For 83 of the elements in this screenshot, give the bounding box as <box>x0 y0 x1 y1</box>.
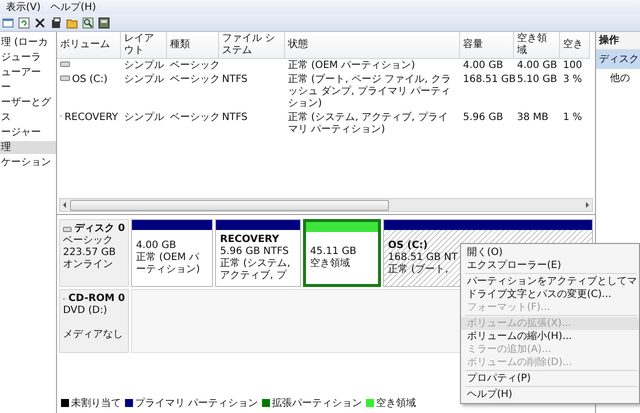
column-header[interactable]: 空き <box>560 32 590 59</box>
refresh-icon[interactable] <box>18 16 30 28</box>
tree-item[interactable]: ー <box>0 81 56 94</box>
legend-label: プライマリ パーティション <box>135 396 258 410</box>
menu-item[interactable]: ドライブ文字とパスの変更(C)... <box>461 288 639 301</box>
window-icon[interactable] <box>2 16 14 28</box>
column-header[interactable]: 状態 <box>285 32 460 59</box>
table-cell-text: NTFS <box>221 111 249 125</box>
table-cell-text: ベーシック <box>169 73 219 87</box>
disk-type: ベーシック <box>63 235 114 247</box>
partition-name: RECOVERY <box>220 234 280 246</box>
disk-panel[interactable]: CD-ROM 0 DVD (D:) メディアなし <box>59 289 129 353</box>
tree-item[interactable]: ージャー <box>0 126 56 139</box>
disk-status: オンライン <box>63 259 114 271</box>
delete-icon[interactable] <box>34 16 46 28</box>
tree-item[interactable]: ジューラ <box>0 51 56 64</box>
tree-item[interactable]: ューアー <box>0 66 56 79</box>
folder-icon[interactable] <box>66 16 78 28</box>
tree-item[interactable]: ーザーとグ <box>0 96 56 109</box>
table-cell-text: 正常 (システム, アクティブ, プライマリ パーティション) <box>287 111 449 137</box>
partition-size: 45.11 GB <box>310 246 356 258</box>
partition-status: 空き領域 <box>310 258 350 270</box>
disk-panel[interactable]: ディスク 0 ベーシック 223.57 GB オンライン <box>59 219 129 287</box>
tree-item[interactable]: 理 (ローカ <box>0 36 56 49</box>
menu-item[interactable]: ヘルプ(H) <box>50 0 96 14</box>
legend-label: 空き領域 <box>376 396 416 410</box>
menu-item[interactable]: プロパティ(P) <box>461 372 639 385</box>
legend-label: 未割り当て <box>71 396 121 410</box>
legend-label: 拡張パーティション <box>272 396 362 410</box>
scrollbar-thumb[interactable] <box>70 200 390 210</box>
action-item[interactable]: 他の <box>596 69 640 88</box>
partition-name: OS (C:) <box>388 240 428 252</box>
disk-size: 223.57 GB <box>63 247 117 259</box>
menu-item[interactable]: ボリュームの縮小(H)... <box>461 330 639 343</box>
tree-item[interactable]: ス <box>0 111 56 124</box>
table-cell-text: 4.00 GB <box>462 59 504 73</box>
table-cell-text: シンプル <box>123 111 165 125</box>
column-header[interactable]: 空き領域 <box>514 32 560 59</box>
properties-icon[interactable] <box>50 16 62 28</box>
column-header[interactable]: レイアウト <box>121 32 167 59</box>
table-cell-text: 1 % <box>562 111 584 125</box>
table-cell-text: シンプル <box>123 73 165 87</box>
disk-status: メディアなし <box>63 329 124 341</box>
partition-status: 正常 (ブート, <box>388 264 448 276</box>
partition-size: 5.96 GB NTFS <box>220 246 289 258</box>
menu-item[interactable]: 表示(V) <box>6 0 41 14</box>
table-cell-text: 4.00 GB <box>516 59 558 73</box>
partition-bar <box>306 222 378 232</box>
table-cell-text: ベーシック <box>169 111 219 125</box>
table-cell-text: 100 <box>562 59 584 73</box>
partition[interactable]: 45.11 GB 空き領域 <box>303 219 381 287</box>
column-header[interactable]: 容量 <box>460 32 514 59</box>
tree-item[interactable]: 理 <box>0 141 56 154</box>
partition-size: 168.51 GB NT <box>388 252 458 264</box>
panel-title: 操作 <box>596 32 640 50</box>
table-cell: RECOVERY <box>64 112 118 124</box>
magnifier-icon[interactable] <box>82 16 94 28</box>
table-cell-text: 正常 (OEM パーティション) <box>287 59 416 73</box>
partition[interactable]: RECOVERY 5.96 GB NTFS 正常 (システム, アクティブ, プ <box>215 219 301 287</box>
table-cell-text: ベーシック <box>169 59 219 73</box>
partition-status: 正常 (システム, アクティブ, プ <box>220 258 292 282</box>
column-header[interactable]: 種類 <box>167 32 219 59</box>
table-cell-text: 38 MB <box>516 111 550 125</box>
table-cell-text: 5.10 GB <box>516 73 558 87</box>
table-cell-text: 正常 (ブート, ページ ファイル, クラッシュ ダンプ, プライマリ パーティション) <box>287 73 452 111</box>
table-cell-text: 5.96 GB <box>462 111 504 125</box>
disk-type: DVD (D:) <box>63 305 108 317</box>
tree-item[interactable]: ケーション <box>0 156 56 169</box>
disk-name: CD-ROM 0 <box>68 293 125 305</box>
table-cell-text: 3 % <box>562 73 584 87</box>
partition-size: 4.00 GB <box>136 240 176 252</box>
menu-item[interactable]: ヘルプ(H) <box>461 388 639 401</box>
table-cell-text: NTFS <box>221 73 249 87</box>
column-header[interactable]: ボリューム <box>57 32 121 59</box>
table-cell-text: 168.51 GB <box>462 73 514 87</box>
disk-name: ディスク 0 <box>74 223 125 235</box>
action-item[interactable]: ディスク <box>596 50 640 69</box>
horizontal-scrollbar[interactable] <box>59 198 593 212</box>
partition-status: 正常 (OEM パーティション) <box>136 252 201 276</box>
partition[interactable]: 4.00 GB 正常 (OEM パーティション) <box>131 219 213 287</box>
table-cell: OS (C:) <box>72 74 108 86</box>
column-header[interactable]: ファイル システム <box>219 32 285 59</box>
table-cell-text: シンプル <box>123 59 165 73</box>
